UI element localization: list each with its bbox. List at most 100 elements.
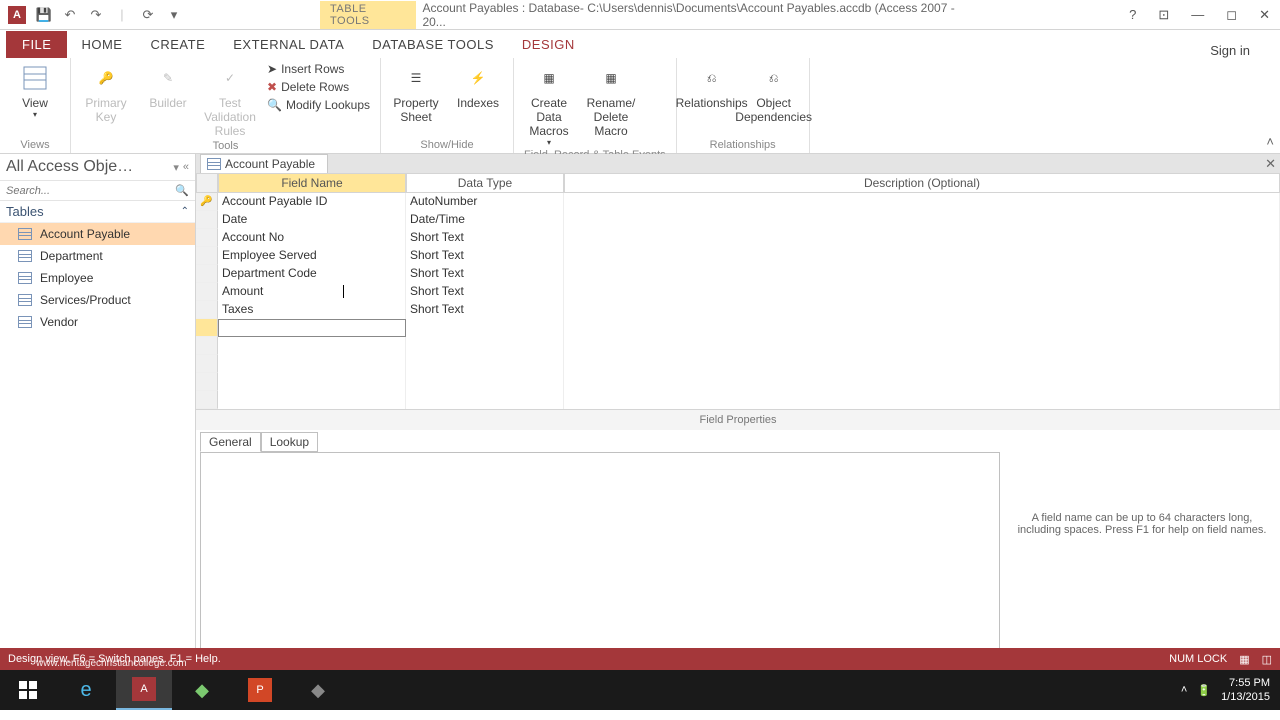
taskbar-powerpoint-icon[interactable]: P [232, 670, 288, 710]
view-design-icon[interactable]: ◫ [1262, 653, 1272, 666]
field-row[interactable]: 🔑Account Payable IDAutoNumber [196, 193, 1280, 211]
taskbar-access-icon[interactable]: A [116, 670, 172, 710]
context-tab-label: TABLE TOOLS [320, 1, 416, 29]
minimize-button[interactable]: — [1185, 5, 1210, 25]
tab-external-data[interactable]: EXTERNAL DATA [219, 31, 358, 58]
nav-collapse-icon[interactable]: « [183, 161, 189, 174]
start-button[interactable] [0, 670, 56, 710]
collapse-ribbon-icon[interactable]: ˄ [1266, 134, 1274, 149]
clock-time[interactable]: 7:55 PM [1221, 676, 1270, 690]
tab-create[interactable]: CREATE [136, 31, 219, 58]
ribbon-options-icon[interactable]: ⊡ [1152, 5, 1175, 25]
column-data-type[interactable]: Data Type [406, 173, 564, 193]
tab-lookup[interactable]: Lookup [261, 432, 318, 452]
column-description[interactable]: Description (Optional) [564, 173, 1280, 193]
builder-button[interactable]: ✎Builder [143, 62, 193, 110]
group-relationships-label: Relationships [687, 137, 799, 151]
title-bar: A 💾 ↶ ↷ | ⟳ ▾ TABLE TOOLS Account Payabl… [0, 0, 1280, 30]
maximize-button[interactable]: ◻ [1220, 5, 1243, 25]
taskbar: e A ◆ P ◆ ˄ 🔋 7:55 PM 1/13/2015 [0, 670, 1280, 710]
tab-database-tools[interactable]: DATABASE TOOLS [358, 31, 508, 58]
field-row[interactable]: Department CodeShort Text [196, 265, 1280, 283]
column-field-name[interactable]: Field Name [218, 173, 406, 193]
tab-file[interactable]: FILE [6, 31, 67, 58]
view-button[interactable]: View▾ [10, 62, 60, 119]
dependencies-icon: ⎌ [758, 62, 790, 94]
rename-macro-icon: ▦ [595, 62, 627, 94]
tab-design[interactable]: DESIGN [508, 31, 589, 58]
delete-rows-button[interactable]: ✖Delete Rows [267, 80, 370, 94]
object-dependencies-button[interactable]: ⎌Object Dependencies [749, 62, 799, 124]
nav-title[interactable]: All Access Obje… [6, 158, 133, 176]
sign-in-link[interactable]: Sign in [1210, 43, 1250, 58]
view-datasheet-icon[interactable]: ▦ [1239, 653, 1249, 666]
new-field-row[interactable] [196, 319, 1280, 337]
relationships-button[interactable]: ⎌Relationships [687, 62, 737, 110]
collapse-group-icon[interactable]: ⌃ [181, 206, 189, 217]
undo-icon[interactable]: ↶ [62, 7, 78, 23]
empty-row[interactable] [196, 391, 1280, 409]
search-icon[interactable]: 🔍 [175, 184, 189, 197]
tab-home[interactable]: HOME [67, 31, 136, 58]
taskbar-app2-icon[interactable]: ◆ [290, 670, 346, 710]
empty-row[interactable] [196, 373, 1280, 391]
nav-item-vendor[interactable]: Vendor [0, 311, 195, 333]
quick-access-toolbar: A 💾 ↶ ↷ | ⟳ ▾ [0, 6, 182, 24]
delete-rows-icon: ✖ [267, 80, 277, 94]
group-tools-label: Tools [81, 138, 370, 152]
property-hint: A field name can be up to 64 characters … [1004, 452, 1280, 662]
validation-icon: ✓ [214, 62, 246, 94]
indexes-icon: ⚡ [462, 62, 494, 94]
empty-row[interactable] [196, 355, 1280, 373]
document-area: Account Payable ✕ Field Name Data Type D… [196, 154, 1280, 648]
field-row[interactable]: Employee ServedShort Text [196, 247, 1280, 265]
key-icon: 🔑 [90, 62, 122, 94]
table-icon [18, 272, 32, 284]
nav-item-department[interactable]: Department [0, 245, 195, 267]
nav-dropdown-icon[interactable]: ▾ [173, 161, 179, 174]
window-title: Account Payables : Database- C:\Users\de… [422, 1, 960, 29]
tray-chevron-icon[interactable]: ˄ [1181, 684, 1187, 696]
tray-battery-icon[interactable]: 🔋 [1197, 684, 1211, 697]
table-icon [207, 158, 221, 170]
document-tab[interactable]: Account Payable [200, 154, 328, 173]
modify-lookups-button[interactable]: 🔍Modify Lookups [267, 98, 370, 112]
field-row[interactable]: AmountShort Text [196, 283, 1280, 301]
navigation-pane: All Access Obje… ▾ « 🔍 Tables ⌃ Account P… [0, 154, 196, 648]
nav-search-input[interactable] [6, 185, 146, 197]
insert-rows-button[interactable]: ➤Insert Rows [267, 62, 370, 76]
refresh-icon[interactable]: ⟳ [140, 7, 156, 23]
field-row[interactable]: Account NoShort Text [196, 229, 1280, 247]
redo-icon[interactable]: ↷ [88, 7, 104, 23]
empty-row[interactable] [196, 337, 1280, 355]
qat-dropdown-icon[interactable]: ▾ [166, 7, 182, 23]
property-sheet-button[interactable]: ☰Property Sheet [391, 62, 441, 124]
test-validation-button[interactable]: ✓Test Validation Rules [205, 62, 255, 138]
rename-delete-macro-button[interactable]: ▦Rename/ Delete Macro [586, 62, 636, 138]
nav-item-services-product[interactable]: Services/Product [0, 289, 195, 311]
property-sheet-area[interactable] [200, 452, 1000, 658]
qat-divider: | [114, 7, 130, 23]
save-icon[interactable]: 💾 [36, 7, 52, 23]
ribbon: View▾ Views 🔑Primary Key ✎Builder ✓Test … [0, 58, 1280, 154]
field-row[interactable]: DateDate/Time [196, 211, 1280, 229]
primary-key-button[interactable]: 🔑Primary Key [81, 62, 131, 124]
taskbar-ie-icon[interactable]: e [58, 670, 114, 710]
design-grid: Field Name Data Type Description (Option… [196, 173, 1280, 662]
access-app-icon[interactable]: A [8, 6, 26, 24]
nav-group-tables[interactable]: Tables ⌃ [0, 201, 195, 223]
help-button[interactable]: ? [1123, 5, 1142, 25]
create-data-macros-button[interactable]: ▦Create Data Macros▾ [524, 62, 574, 147]
close-button[interactable]: ✕ [1253, 5, 1276, 25]
group-views-label: Views [10, 137, 60, 151]
nav-item-account-payable[interactable]: Account Payable [0, 223, 195, 245]
numlock-indicator: NUM LOCK [1169, 653, 1227, 665]
nav-item-employee[interactable]: Employee [0, 267, 195, 289]
close-document-icon[interactable]: ✕ [1265, 156, 1276, 172]
clock-date[interactable]: 1/13/2015 [1221, 690, 1270, 704]
indexes-button[interactable]: ⚡Indexes [453, 62, 503, 110]
field-row[interactable]: TaxesShort Text [196, 301, 1280, 319]
tab-general[interactable]: General [200, 432, 261, 452]
relationships-icon: ⎌ [696, 62, 728, 94]
taskbar-app1-icon[interactable]: ◆ [174, 670, 230, 710]
